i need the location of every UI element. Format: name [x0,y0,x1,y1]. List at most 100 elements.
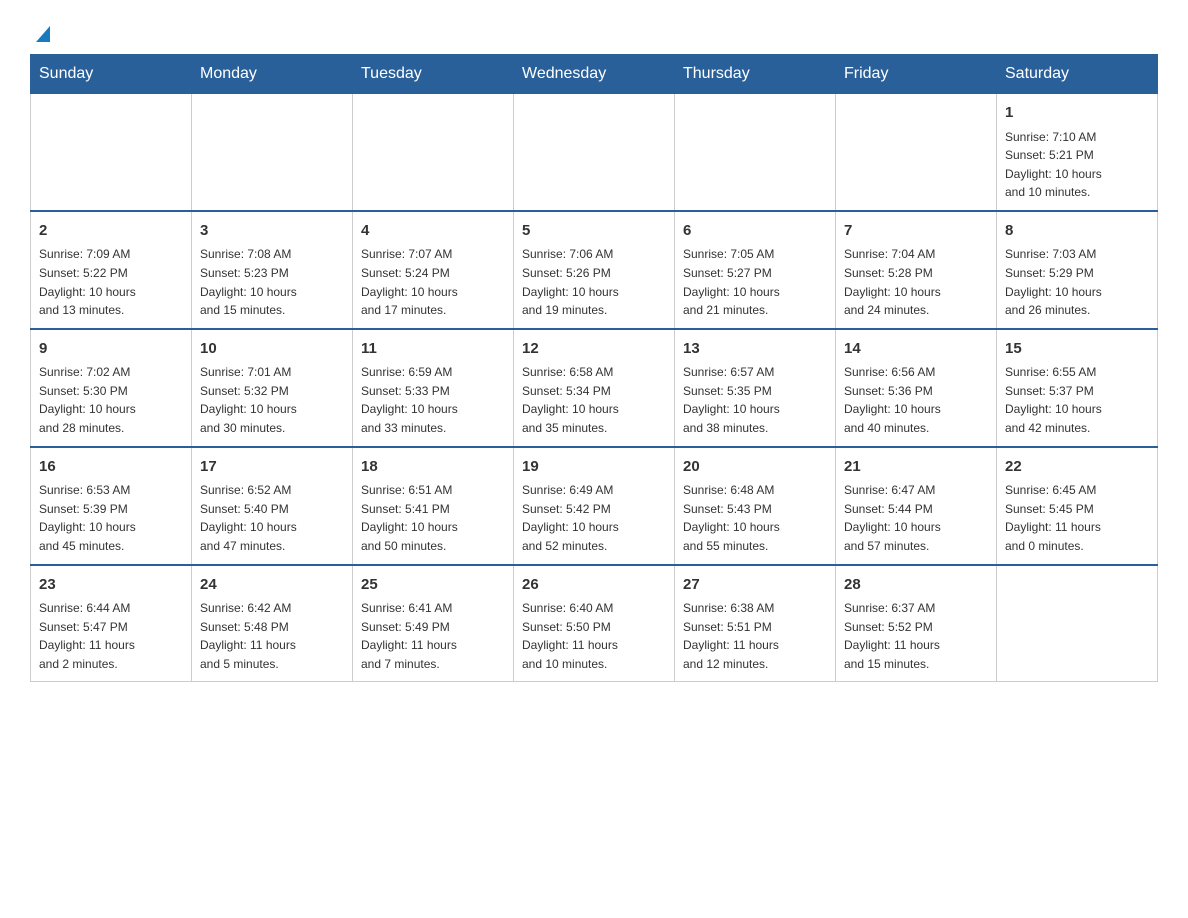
calendar-cell: 28Sunrise: 6:37 AM Sunset: 5:52 PM Dayli… [836,565,997,682]
calendar-week-row: 9Sunrise: 7:02 AM Sunset: 5:30 PM Daylig… [31,329,1158,447]
calendar-cell: 22Sunrise: 6:45 AM Sunset: 5:45 PM Dayli… [997,447,1158,565]
calendar-cell: 18Sunrise: 6:51 AM Sunset: 5:41 PM Dayli… [353,447,514,565]
calendar-cell: 15Sunrise: 6:55 AM Sunset: 5:37 PM Dayli… [997,329,1158,447]
weekday-header-friday: Friday [836,55,997,94]
calendar-cell: 10Sunrise: 7:01 AM Sunset: 5:32 PM Dayli… [192,329,353,447]
day-info: Sunrise: 6:38 AM Sunset: 5:51 PM Dayligh… [683,599,827,673]
day-info: Sunrise: 6:51 AM Sunset: 5:41 PM Dayligh… [361,481,505,555]
logo [30,20,54,44]
day-number: 6 [683,220,827,243]
day-info: Sunrise: 6:42 AM Sunset: 5:48 PM Dayligh… [200,599,344,673]
day-info: Sunrise: 7:03 AM Sunset: 5:29 PM Dayligh… [1005,245,1149,319]
calendar-cell: 25Sunrise: 6:41 AM Sunset: 5:49 PM Dayli… [353,565,514,682]
calendar-cell: 23Sunrise: 6:44 AM Sunset: 5:47 PM Dayli… [31,565,192,682]
day-info: Sunrise: 6:56 AM Sunset: 5:36 PM Dayligh… [844,363,988,437]
calendar-cell: 9Sunrise: 7:02 AM Sunset: 5:30 PM Daylig… [31,329,192,447]
day-number: 23 [39,574,183,597]
weekday-header-saturday: Saturday [997,55,1158,94]
day-info: Sunrise: 6:53 AM Sunset: 5:39 PM Dayligh… [39,481,183,555]
calendar-cell: 4Sunrise: 7:07 AM Sunset: 5:24 PM Daylig… [353,211,514,329]
calendar-cell: 16Sunrise: 6:53 AM Sunset: 5:39 PM Dayli… [31,447,192,565]
day-number: 8 [1005,220,1149,243]
calendar-week-row: 16Sunrise: 6:53 AM Sunset: 5:39 PM Dayli… [31,447,1158,565]
calendar-cell [192,94,353,211]
calendar-cell [997,565,1158,682]
day-number: 25 [361,574,505,597]
day-number: 14 [844,338,988,361]
day-info: Sunrise: 6:37 AM Sunset: 5:52 PM Dayligh… [844,599,988,673]
day-number: 22 [1005,456,1149,479]
day-number: 26 [522,574,666,597]
day-number: 3 [200,220,344,243]
calendar-cell [31,94,192,211]
day-info: Sunrise: 6:48 AM Sunset: 5:43 PM Dayligh… [683,481,827,555]
calendar-cell [514,94,675,211]
day-number: 27 [683,574,827,597]
day-number: 13 [683,338,827,361]
calendar-cell: 1 Sunrise: 7:10 AM Sunset: 5:21 PM Daylig… [997,94,1158,211]
calendar-cell: 27Sunrise: 6:38 AM Sunset: 5:51 PM Dayli… [675,565,836,682]
calendar-cell: 21Sunrise: 6:47 AM Sunset: 5:44 PM Dayli… [836,447,997,565]
day-info: Sunrise: 7:10 AM Sunset: 5:21 PM Dayligh… [1005,128,1149,202]
weekday-header-sunday: Sunday [31,55,192,94]
day-info: Sunrise: 7:06 AM Sunset: 5:26 PM Dayligh… [522,245,666,319]
calendar-cell [675,94,836,211]
day-number: 10 [200,338,344,361]
page-header [30,20,1158,44]
calendar-cell: 6Sunrise: 7:05 AM Sunset: 5:27 PM Daylig… [675,211,836,329]
day-info: Sunrise: 7:09 AM Sunset: 5:22 PM Dayligh… [39,245,183,319]
calendar-table: SundayMondayTuesdayWednesdayThursdayFrid… [30,54,1158,682]
calendar-cell: 3Sunrise: 7:08 AM Sunset: 5:23 PM Daylig… [192,211,353,329]
day-info: Sunrise: 6:49 AM Sunset: 5:42 PM Dayligh… [522,481,666,555]
day-number: 9 [39,338,183,361]
day-number: 20 [683,456,827,479]
calendar-cell: 19Sunrise: 6:49 AM Sunset: 5:42 PM Dayli… [514,447,675,565]
day-info: Sunrise: 7:04 AM Sunset: 5:28 PM Dayligh… [844,245,988,319]
calendar-cell: 24Sunrise: 6:42 AM Sunset: 5:48 PM Dayli… [192,565,353,682]
day-number: 19 [522,456,666,479]
day-info: Sunrise: 6:57 AM Sunset: 5:35 PM Dayligh… [683,363,827,437]
day-info: Sunrise: 7:08 AM Sunset: 5:23 PM Dayligh… [200,245,344,319]
day-info: Sunrise: 7:01 AM Sunset: 5:32 PM Dayligh… [200,363,344,437]
day-info: Sunrise: 6:44 AM Sunset: 5:47 PM Dayligh… [39,599,183,673]
day-info: Sunrise: 7:05 AM Sunset: 5:27 PM Dayligh… [683,245,827,319]
weekday-header-thursday: Thursday [675,55,836,94]
day-number: 11 [361,338,505,361]
calendar-cell [836,94,997,211]
calendar-cell: 14Sunrise: 6:56 AM Sunset: 5:36 PM Dayli… [836,329,997,447]
day-info: Sunrise: 6:41 AM Sunset: 5:49 PM Dayligh… [361,599,505,673]
weekday-header-tuesday: Tuesday [353,55,514,94]
logo-triangle-icon [32,22,54,44]
day-info: Sunrise: 6:47 AM Sunset: 5:44 PM Dayligh… [844,481,988,555]
calendar-cell: 17Sunrise: 6:52 AM Sunset: 5:40 PM Dayli… [192,447,353,565]
day-number: 5 [522,220,666,243]
calendar-cell: 8Sunrise: 7:03 AM Sunset: 5:29 PM Daylig… [997,211,1158,329]
day-number: 17 [200,456,344,479]
weekday-header-row: SundayMondayTuesdayWednesdayThursdayFrid… [31,55,1158,94]
calendar-week-row: 23Sunrise: 6:44 AM Sunset: 5:47 PM Dayli… [31,565,1158,682]
calendar-cell: 7Sunrise: 7:04 AM Sunset: 5:28 PM Daylig… [836,211,997,329]
day-number: 16 [39,456,183,479]
weekday-header-wednesday: Wednesday [514,55,675,94]
calendar-week-row: 2Sunrise: 7:09 AM Sunset: 5:22 PM Daylig… [31,211,1158,329]
calendar-cell: 12Sunrise: 6:58 AM Sunset: 5:34 PM Dayli… [514,329,675,447]
calendar-cell: 26Sunrise: 6:40 AM Sunset: 5:50 PM Dayli… [514,565,675,682]
calendar-cell: 13Sunrise: 6:57 AM Sunset: 5:35 PM Dayli… [675,329,836,447]
day-info: Sunrise: 6:59 AM Sunset: 5:33 PM Dayligh… [361,363,505,437]
day-number: 12 [522,338,666,361]
day-number: 15 [1005,338,1149,361]
calendar-week-row: 1 Sunrise: 7:10 AM Sunset: 5:21 PM Daylig… [31,94,1158,211]
day-info: Sunrise: 7:07 AM Sunset: 5:24 PM Dayligh… [361,245,505,319]
day-info: Sunrise: 6:58 AM Sunset: 5:34 PM Dayligh… [522,363,666,437]
day-info: Sunrise: 7:02 AM Sunset: 5:30 PM Dayligh… [39,363,183,437]
day-number: 4 [361,220,505,243]
day-number: 18 [361,456,505,479]
day-info: Sunrise: 6:45 AM Sunset: 5:45 PM Dayligh… [1005,481,1149,555]
day-number: 21 [844,456,988,479]
day-number: 7 [844,220,988,243]
calendar-cell: 20Sunrise: 6:48 AM Sunset: 5:43 PM Dayli… [675,447,836,565]
calendar-cell: 2Sunrise: 7:09 AM Sunset: 5:22 PM Daylig… [31,211,192,329]
weekday-header-monday: Monday [192,55,353,94]
calendar-cell [353,94,514,211]
day-number: 1 [1005,102,1149,125]
